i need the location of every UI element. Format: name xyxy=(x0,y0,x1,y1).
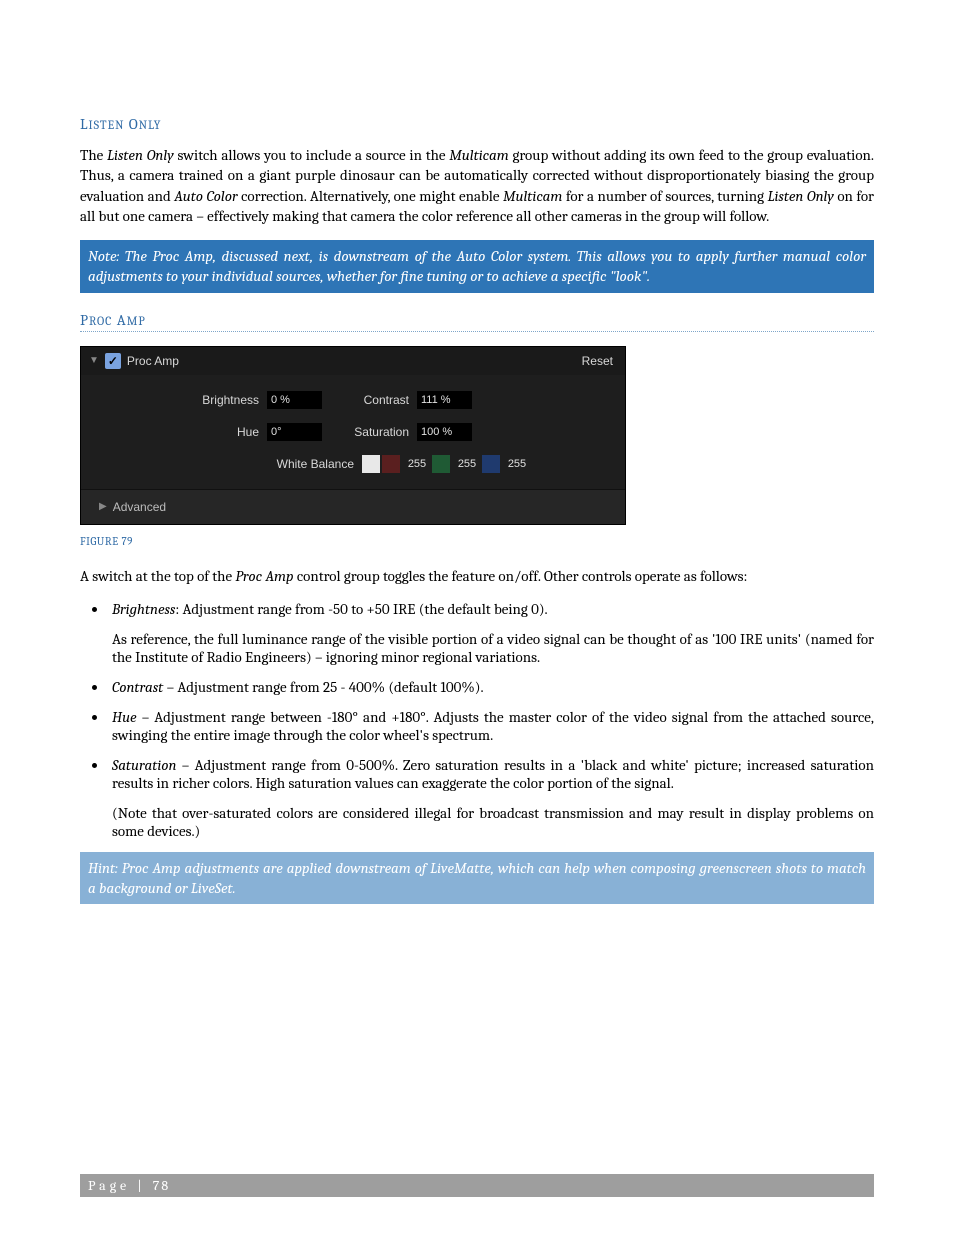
proc-amp-intro: A switch at the top of the Proc Amp cont… xyxy=(80,566,874,586)
note-auto-color: Note: The Proc Amp, discussed next, is d… xyxy=(80,240,874,293)
saturation-label: Saturation xyxy=(322,425,417,439)
expand-icon[interactable]: ▶ xyxy=(99,501,107,512)
footer-label: Page | xyxy=(88,1177,153,1194)
proc-amp-panel: ▼ ✓ Proc Amp Reset Brightness 0 % Contra… xyxy=(80,346,626,525)
bullet-saturation-sub: (Note that over-saturated colors are con… xyxy=(112,804,874,840)
collapse-icon[interactable]: ▼ xyxy=(89,355,99,366)
white-balance-label: White Balance xyxy=(267,457,362,471)
hue-input[interactable]: 0° xyxy=(267,423,322,441)
contrast-label: Contrast xyxy=(322,393,417,407)
wb-red-swatch xyxy=(382,455,400,473)
brightness-label: Brightness xyxy=(97,393,267,407)
brightness-input[interactable]: 0 % xyxy=(267,391,322,409)
page-number: 78 xyxy=(153,1177,170,1194)
proc-amp-header[interactable]: ▼ ✓ Proc Amp Reset xyxy=(81,347,625,375)
hue-label: Hue xyxy=(97,425,267,439)
heading-proc-amp: PROC AMP xyxy=(80,311,874,332)
listen-only-paragraph: The Listen Only switch allows you to inc… xyxy=(80,145,874,226)
wb-red-value[interactable]: 255 xyxy=(402,458,432,470)
bullet-saturation: Saturation – Adjustment range from 0-500… xyxy=(108,756,874,840)
advanced-label: Advanced xyxy=(113,500,166,514)
white-balance-picker[interactable] xyxy=(362,455,380,473)
bullet-hue: Hue – Adjustment range between -180° and… xyxy=(108,708,874,744)
bullet-brightness-sub: As reference, the full luminance range o… xyxy=(112,630,874,666)
reset-button[interactable]: Reset xyxy=(582,354,617,368)
bullet-brightness: Brightness: Adjustment range from -50 to… xyxy=(108,600,874,666)
contrast-input[interactable]: 111 % xyxy=(417,391,472,409)
heading-listen-only: LISTEN ONLY xyxy=(80,115,874,133)
wb-blue-value[interactable]: 255 xyxy=(502,458,532,470)
page-footer: Page | 78 xyxy=(80,1174,874,1197)
wb-green-swatch xyxy=(432,455,450,473)
bullet-contrast: Contrast – Adjustment range from 25 - 40… xyxy=(108,678,874,696)
wb-green-value[interactable]: 255 xyxy=(452,458,482,470)
proc-amp-title: Proc Amp xyxy=(127,354,179,368)
proc-amp-toggle[interactable]: ✓ xyxy=(105,353,121,369)
saturation-input[interactable]: 100 % xyxy=(417,423,472,441)
figure-caption: FIGURE 79 xyxy=(80,535,874,548)
hint-box: Hint: Proc Amp adjustments are applied d… xyxy=(80,852,874,905)
proc-amp-bullets: Brightness: Adjustment range from -50 to… xyxy=(80,600,874,840)
wb-blue-swatch xyxy=(482,455,500,473)
advanced-row[interactable]: ▶ Advanced xyxy=(81,489,625,524)
